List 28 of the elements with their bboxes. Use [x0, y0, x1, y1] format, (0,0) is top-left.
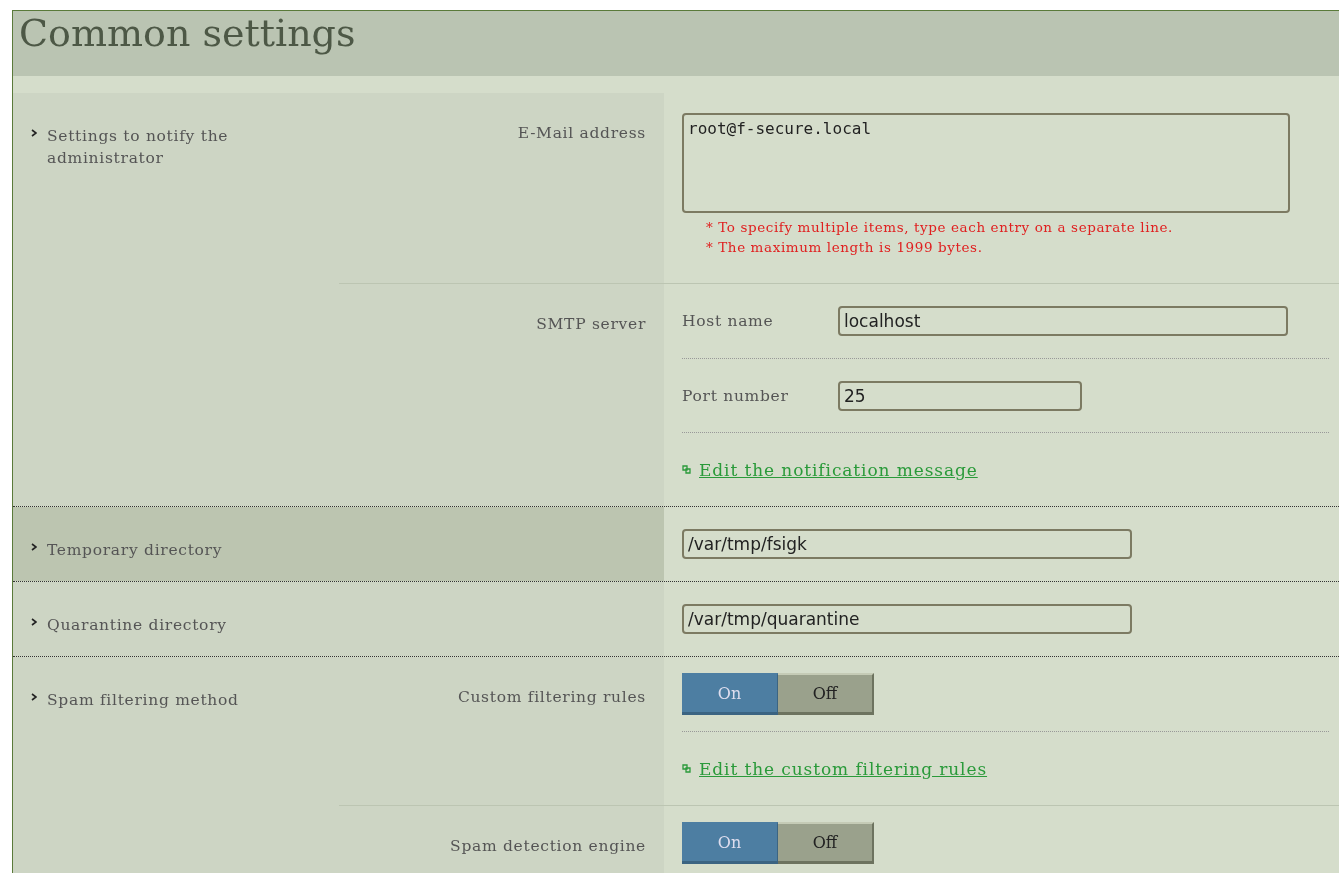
section-label: Spam filtering method [47, 690, 240, 711]
toggle-option[interactable]: Off [778, 822, 874, 864]
toggle-option[interactable]: On [682, 822, 778, 864]
bullet-icon [31, 618, 37, 626]
section-label: Temporary directory [47, 540, 224, 561]
hint-note: * To specify multiple items, type each entry on a separate line. [706, 218, 1174, 237]
input-field[interactable]: /var/tmp/quarantine [682, 604, 1132, 634]
email-textarea[interactable]: root@f-secure.local [682, 113, 1290, 213]
link-icon [682, 465, 691, 474]
page-title: Common settings [18, 11, 357, 55]
setting-label: E-Mail address [517, 124, 646, 142]
input-field[interactable]: 25 [838, 380, 1082, 411]
hint-note: * The maximum length is 1999 bytes. [706, 238, 984, 257]
setting-label: SMTP server [536, 315, 646, 333]
setting-label: Spam detection engine [450, 837, 646, 855]
bullet-icon [31, 693, 37, 701]
field-label: Host name [682, 312, 775, 330]
link-icon [682, 764, 691, 773]
setting-label: Custom filtering rules [457, 688, 646, 706]
field-label: Port number [682, 386, 790, 405]
bullet-icon [31, 543, 37, 551]
section-label: Settings to notify the administrator [47, 126, 230, 169]
toggle-option[interactable]: Off [778, 673, 874, 715]
input-field[interactable]: localhost [838, 306, 1288, 336]
bullet-icon [31, 129, 37, 137]
toggle-option[interactable]: On [682, 673, 778, 715]
section-label: Quarantine directory [47, 615, 228, 636]
input-field[interactable]: /var/tmp/fsigk [682, 529, 1132, 559]
